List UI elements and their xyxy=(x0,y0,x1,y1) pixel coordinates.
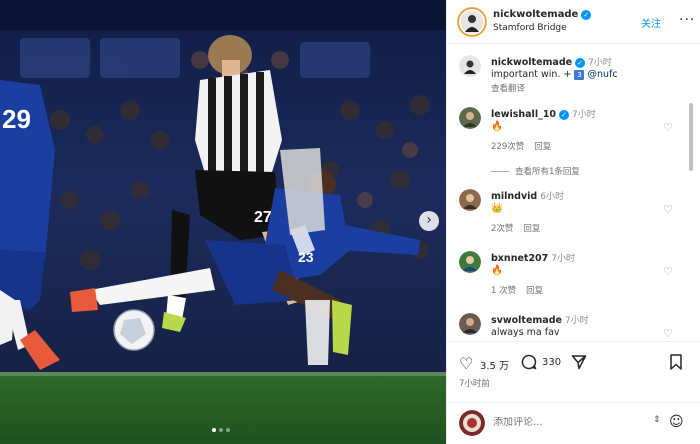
comment-count[interactable]: 330 xyxy=(542,357,561,368)
slide-indicator xyxy=(212,428,230,432)
avatar[interactable] xyxy=(459,313,481,335)
comment-author[interactable]: lewishall_10 ✓ 7小时 xyxy=(491,107,596,120)
comment-author[interactable]: svwoltemade 7小时 xyxy=(491,313,589,326)
post-timestamp: 7小时前 xyxy=(459,379,490,389)
comment-composer: ⇕ ☺ xyxy=(447,402,700,444)
view-replies-link[interactable]: 查看所有1条回复 xyxy=(491,165,580,177)
bookmark-icon[interactable] xyxy=(669,354,683,374)
caption-author[interactable]: nickwoltemade ✓ 7小时 xyxy=(491,55,612,68)
next-slide-button[interactable]: › xyxy=(419,211,439,231)
comment-meta: 1 次赞 回复 xyxy=(491,284,553,296)
football-match-photo: 29 27 23 xyxy=(0,0,446,444)
comment-time: 7小时 xyxy=(572,110,596,120)
verified-badge-icon: ✓ xyxy=(575,58,586,68)
comment-time: 7小时 xyxy=(564,316,589,326)
post-sidebar: nickwoltemade ✓ Stamford Bridge 关注 ··· ni… xyxy=(446,0,700,444)
verified-badge-icon: ✓ xyxy=(581,10,592,20)
avatar[interactable] xyxy=(459,251,481,273)
emoji-smiley-icon[interactable]: ☺ xyxy=(669,414,684,430)
comment-meta: 2次赞 回复 xyxy=(491,222,550,234)
keycap-number-icon: 3 xyxy=(574,70,585,80)
comment-bubble-icon[interactable] xyxy=(521,354,537,374)
comment-likes[interactable]: 229次赞 xyxy=(491,142,524,152)
comment-author-name[interactable]: svwoltemade xyxy=(491,315,562,326)
comment-input[interactable] xyxy=(493,417,643,428)
avatar[interactable] xyxy=(459,107,481,129)
caption-time: 7小时 xyxy=(588,58,612,68)
caption-body: important win. + xyxy=(491,69,572,80)
post-actions: ♡ 3.5 万 330 7小时前 xyxy=(447,341,700,391)
comment-author[interactable]: bxnnet207 7小时 xyxy=(491,251,575,264)
comment-time: 6小时 xyxy=(540,192,564,202)
like-comment-heart-icon[interactable]: ♡ xyxy=(663,203,673,216)
comment-author-name[interactable]: bxnnet207 xyxy=(491,253,548,264)
reply-button[interactable]: 回复 xyxy=(534,142,551,152)
comments-list[interactable]: nickwoltemade ✓ 7小时 important win. + 3 @nu… xyxy=(447,45,700,340)
mention-link[interactable]: @nufc xyxy=(587,69,617,80)
reply-button[interactable]: 回复 xyxy=(526,286,543,296)
avatar[interactable] xyxy=(457,7,487,37)
reply-button[interactable]: 回复 xyxy=(523,224,540,234)
comment-bubble-icon-shape xyxy=(521,354,537,370)
share-paper-plane-icon[interactable] xyxy=(571,354,587,374)
post-author[interactable]: nickwoltemade ✓ xyxy=(493,9,592,20)
comments-scrollbar[interactable] xyxy=(689,103,693,171)
avatar[interactable] xyxy=(459,189,481,211)
comment-author-name[interactable]: milndvid xyxy=(491,191,537,202)
follow-button[interactable]: 关注 xyxy=(641,15,661,30)
like-heart-icon[interactable]: ♡ xyxy=(459,354,473,373)
comment-time: 7小时 xyxy=(551,254,576,264)
caption-text: important win. + 3 @nufc xyxy=(491,69,618,80)
like-comment-heart-icon[interactable]: ♡ xyxy=(663,327,673,340)
caption-author-name[interactable]: nickwoltemade xyxy=(491,57,572,68)
post-location[interactable]: Stamford Bridge xyxy=(493,23,567,33)
comment-text: always ma fav xyxy=(491,327,560,338)
comment-meta: 229次赞 回复 xyxy=(491,140,561,152)
player-number-29: 29 xyxy=(2,104,31,134)
slide-dot xyxy=(226,428,230,432)
like-count[interactable]: 3.5 万 xyxy=(480,357,509,372)
comment-likes[interactable]: 2次赞 xyxy=(491,224,513,234)
comment-text: 🔥 xyxy=(491,265,503,276)
share-paper-plane-icon-shape xyxy=(571,355,587,370)
comment-likes[interactable]: 1 次赞 xyxy=(491,286,516,296)
post-photo[interactable]: 29 27 23 › xyxy=(0,0,446,444)
expand-caret-icon[interactable]: ⇕ xyxy=(653,415,661,425)
chevron-right-icon: › xyxy=(426,212,432,228)
slide-dot xyxy=(219,428,223,432)
translate-link[interactable]: 查看翻译 xyxy=(491,82,525,94)
avatar xyxy=(459,410,485,436)
comment-author[interactable]: milndvid 6小时 xyxy=(491,189,564,202)
verified-badge-icon: ✓ xyxy=(559,110,570,120)
post-author-name[interactable]: nickwoltemade xyxy=(493,9,578,20)
like-comment-heart-icon[interactable]: ♡ xyxy=(663,121,673,134)
like-comment-heart-icon[interactable]: ♡ xyxy=(663,265,673,278)
avatar[interactable] xyxy=(459,55,481,77)
comment-text: 🔥 xyxy=(491,121,503,132)
post-header: nickwoltemade ✓ Stamford Bridge 关注 ··· xyxy=(447,0,700,44)
more-horizontal-icon[interactable]: ··· xyxy=(679,12,695,28)
bookmark-icon-shape xyxy=(670,354,682,370)
comment-author-name[interactable]: lewishall_10 xyxy=(491,109,556,120)
slide-dot xyxy=(212,428,216,432)
comment-text: 👑 xyxy=(491,203,503,214)
